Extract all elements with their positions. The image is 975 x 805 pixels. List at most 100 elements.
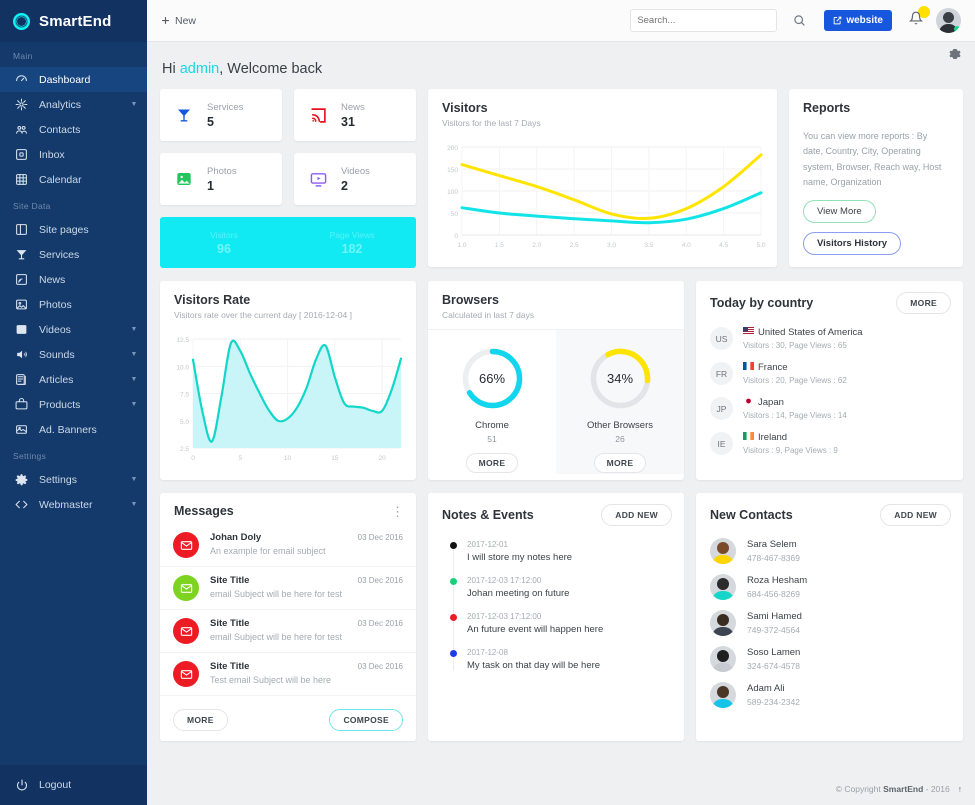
sidebar-item-photos[interactable]: Photos xyxy=(0,292,147,317)
timeline-dot-icon xyxy=(450,614,457,621)
envelope-icon xyxy=(173,575,199,601)
message-row[interactable]: Johan Doly An example for email subject 03… xyxy=(160,524,416,567)
message-row[interactable]: Site Title email Subject will be here for… xyxy=(160,567,416,610)
sidebar-item-inbox[interactable]: Inbox xyxy=(0,142,147,167)
sidebar-item-label: Site pages xyxy=(39,223,89,236)
sidebar-item-analytics[interactable]: Analytics ▼ xyxy=(0,92,147,117)
other-browsers-more-button[interactable]: MORE xyxy=(593,453,647,473)
chevron-down-icon[interactable]: ▼ xyxy=(127,326,141,333)
inbox-icon xyxy=(13,148,30,161)
svg-text:150: 150 xyxy=(447,167,458,174)
avatar xyxy=(710,574,736,600)
message-row[interactable]: Site Title Test email Subject will be her… xyxy=(160,653,416,696)
country-row[interactable]: JP Japan Visitors : 14, Page Views : 14 xyxy=(696,391,963,426)
country-stats: Visitors : 20, Page Views : 62 xyxy=(743,376,847,385)
contact-row[interactable]: Adam Ali 589-234-2342 xyxy=(696,677,963,713)
browser-name: Chrome xyxy=(475,420,509,431)
sidebar-item-site-pages[interactable]: Site pages xyxy=(0,217,147,242)
messages-options-icon[interactable]: ⋮ xyxy=(391,505,404,518)
sidebar-item-services[interactable]: Services xyxy=(0,242,147,267)
country-more-button[interactable]: MORE xyxy=(896,292,951,314)
content-area: Hi admin, Welcome back Services 5 News 3… xyxy=(147,42,975,773)
sidebar-item-contacts[interactable]: Contacts xyxy=(0,117,147,142)
messages-more-button[interactable]: MORE xyxy=(173,709,228,731)
card-title: Notes & Events xyxy=(442,508,534,522)
timeline-dot-icon xyxy=(450,542,457,549)
card-subtitle: Visitors for the last 7 Days xyxy=(442,118,541,128)
note-item[interactable]: 2017-12-08 My task on that day will be he… xyxy=(450,648,684,671)
website-button[interactable]: website xyxy=(824,10,892,31)
note-item[interactable]: 2017-12-01 I will store my notes here xyxy=(450,540,684,563)
message-subject: email Subject will be here for test xyxy=(210,632,343,642)
top-bar: New website xyxy=(147,0,975,42)
chevron-down-icon[interactable]: ▼ xyxy=(127,101,141,108)
view-more-button[interactable]: View More xyxy=(803,199,876,223)
chevron-down-icon[interactable]: ▼ xyxy=(127,376,141,383)
contact-row[interactable]: Sara Selem 478-467-8369 xyxy=(696,533,963,569)
back-to-top-icon[interactable]: ↑ xyxy=(958,784,962,794)
sidebar-item-ad-banners[interactable]: Ad. Banners xyxy=(0,417,147,442)
search-input[interactable] xyxy=(637,15,771,26)
sidebar-item-webmaster[interactable]: Webmaster ▼ xyxy=(0,492,147,517)
search-icon[interactable] xyxy=(793,14,806,27)
sidebar-item-videos[interactable]: Videos ▼ xyxy=(0,317,147,342)
new-button[interactable]: New xyxy=(161,15,196,27)
visitors-history-button[interactable]: Visitors History xyxy=(803,231,902,255)
sidebar-item-dashboard[interactable]: Dashboard xyxy=(0,67,147,92)
browsers-card: Browsers Calculated in last 7 days 66% C… xyxy=(428,281,684,480)
country-code-badge: US xyxy=(710,327,733,350)
sidebar-item-label: Ad. Banners xyxy=(39,423,97,436)
svg-text:200: 200 xyxy=(447,145,458,152)
stat-card-photos[interactable]: Photos 1 xyxy=(160,153,282,205)
avatar xyxy=(710,682,736,708)
search-box[interactable] xyxy=(630,9,778,32)
flag-icon-jp xyxy=(743,397,754,408)
bell-icon xyxy=(908,11,924,25)
new-contacts-card: New Contacts ADD NEW Sara Selem 478-467-8… xyxy=(696,493,963,741)
country-row[interactable]: IE Ireland Visitors : 9, Page Views : 9 xyxy=(696,426,963,461)
stat-card-news[interactable]: News 31 xyxy=(294,89,416,141)
contact-row[interactable]: Soso Lamen 324-674-4578 xyxy=(696,641,963,677)
chevron-down-icon[interactable]: ▼ xyxy=(127,501,141,508)
note-item[interactable]: 2017-12-03 17:12:00 Johan meeting on futu… xyxy=(450,576,684,599)
sidebar-item-calendar[interactable]: Calendar xyxy=(0,167,147,192)
svg-text:100: 100 xyxy=(447,189,458,196)
contacts-add-new-button[interactable]: ADD NEW xyxy=(880,504,951,526)
logout-button[interactable]: Logout xyxy=(0,765,147,805)
country-row[interactable]: FR France Visitors : 20, Page Views : 62 xyxy=(696,356,963,391)
chrome-more-button[interactable]: MORE xyxy=(465,453,519,473)
sidebar-item-news[interactable]: News xyxy=(0,267,147,292)
stat-card-videos[interactable]: Videos 2 xyxy=(294,153,416,205)
brand[interactable]: SmartEnd xyxy=(0,0,147,42)
contact-row[interactable]: Sami Hamed 749-372-4564 xyxy=(696,605,963,641)
country-row[interactable]: US United States of America Visitors : 30,… xyxy=(696,321,963,356)
sidebar-item-settings[interactable]: Settings ▼ xyxy=(0,467,147,492)
browser-name: Other Browsers xyxy=(587,420,653,431)
messages-card: Messages ⋮ Johan Doly An example for emai… xyxy=(160,493,416,741)
stat-value: 31 xyxy=(341,114,355,129)
welcome-username: admin xyxy=(179,61,220,77)
message-subject: Test email Subject will be here xyxy=(210,675,332,685)
sidebar-item-sounds[interactable]: Sounds ▼ xyxy=(0,342,147,367)
products-icon xyxy=(13,398,30,411)
visitors-pageviews-banner[interactable]: Visitors 96 Page Views 182 xyxy=(160,217,416,268)
settings-gear-icon[interactable] xyxy=(949,48,961,60)
chevron-down-icon[interactable]: ▼ xyxy=(127,351,141,358)
stat-card-services[interactable]: Services 5 xyxy=(160,89,282,141)
sidebar-item-articles[interactable]: Articles ▼ xyxy=(0,367,147,392)
chevron-down-icon[interactable]: ▼ xyxy=(127,476,141,483)
notifications-button[interactable] xyxy=(908,6,930,30)
notes-add-new-button[interactable]: ADD NEW xyxy=(601,504,672,526)
country-code-badge: FR xyxy=(710,362,733,385)
message-row[interactable]: Site Title email Subject will be here for… xyxy=(160,610,416,653)
user-avatar[interactable] xyxy=(936,8,961,33)
chevron-down-icon[interactable]: ▼ xyxy=(127,401,141,408)
note-item[interactable]: 2017-12-03 17:12:00 An future event will … xyxy=(450,612,684,635)
contact-row[interactable]: Roza Hesham 684-456-8269 xyxy=(696,569,963,605)
sidebar-item-products[interactable]: Products ▼ xyxy=(0,392,147,417)
site-pages-icon xyxy=(13,223,30,236)
smartend-logo-icon xyxy=(13,12,30,30)
dashboard-row-2: Visitors Rate Visitors rate over the cur… xyxy=(160,281,963,480)
svg-text:15: 15 xyxy=(331,455,339,462)
compose-button[interactable]: COMPOSE xyxy=(329,709,403,731)
